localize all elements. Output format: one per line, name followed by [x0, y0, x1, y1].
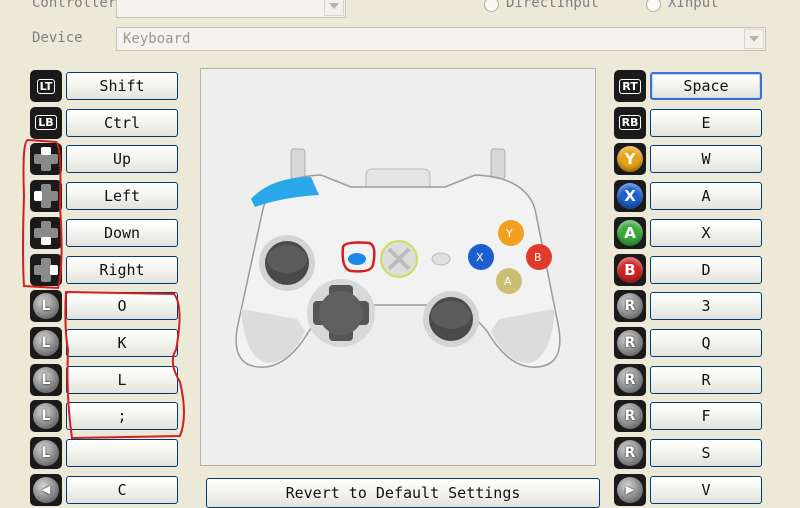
right-stick-down-icon: R	[614, 363, 646, 396]
revert-default-button[interactable]: Revert to Default Settings	[206, 478, 600, 508]
chevron-down-icon[interactable]	[324, 0, 344, 16]
right-key-button-2[interactable]: W	[650, 145, 762, 174]
right-key-button-8[interactable]: R	[650, 365, 762, 394]
xbox-controller-image: Y X B A	[235, 148, 561, 368]
device-select[interactable]: Keyboard	[116, 27, 766, 51]
left-bumper-icon: LB	[30, 106, 62, 139]
left-trigger-icon: LT	[30, 70, 62, 102]
right-key-button-9[interactable]: F	[650, 402, 762, 431]
left-key-button-1[interactable]: Ctrl	[66, 108, 178, 137]
back-button-icon: ◀	[30, 473, 62, 506]
svg-text:X: X	[476, 251, 484, 264]
red-annotation-marks	[22, 138, 185, 440]
y-button-icon: Y	[614, 143, 646, 176]
chevron-down-icon[interactable]	[744, 29, 764, 49]
right-key-button-7[interactable]: Q	[650, 328, 762, 357]
x-button-icon: X	[614, 180, 646, 213]
right-key-button-11[interactable]: V	[650, 475, 762, 504]
right-bumper-icon: RB	[614, 106, 646, 139]
controller-image-panel: Y X B A	[200, 68, 596, 466]
xinput-radio[interactable]	[646, 0, 661, 12]
right-key-button-6[interactable]: 3	[650, 292, 762, 321]
start-button-icon: ▶	[614, 473, 646, 506]
right-stick-up-icon: R	[614, 290, 646, 323]
svg-text:B: B	[534, 251, 542, 264]
device-value: Keyboard	[123, 31, 191, 47]
right-key-button-4[interactable]: X	[650, 218, 762, 247]
svg-text:Y: Y	[505, 227, 513, 240]
b-button-icon: B	[614, 253, 646, 286]
directinput-label: DirectInput	[506, 0, 599, 11]
left-key-button-11[interactable]: C	[66, 475, 178, 504]
right-stick-left-icon: R	[614, 326, 646, 359]
right-key-button-1[interactable]: E	[650, 108, 762, 137]
controller-select[interactable]	[116, 0, 346, 18]
xinput-label: XInput	[668, 0, 719, 11]
directinput-radio[interactable]	[484, 0, 499, 12]
right-key-button-3[interactable]: A	[650, 182, 762, 211]
a-button-icon: A	[614, 216, 646, 249]
right-stick-click-icon: R	[614, 437, 646, 469]
left-key-button-0[interactable]: Shift	[66, 72, 178, 100]
right-key-button-0[interactable]: Space	[650, 72, 762, 100]
right-stick-right-icon: R	[614, 400, 646, 433]
svg-text:A: A	[504, 275, 512, 288]
right-key-button-5[interactable]: D	[650, 255, 762, 284]
device-label: Device	[32, 30, 83, 46]
right-trigger-icon: RT	[614, 70, 646, 102]
right-key-button-10[interactable]: S	[650, 439, 762, 467]
controller-label: Controller	[32, 0, 117, 11]
